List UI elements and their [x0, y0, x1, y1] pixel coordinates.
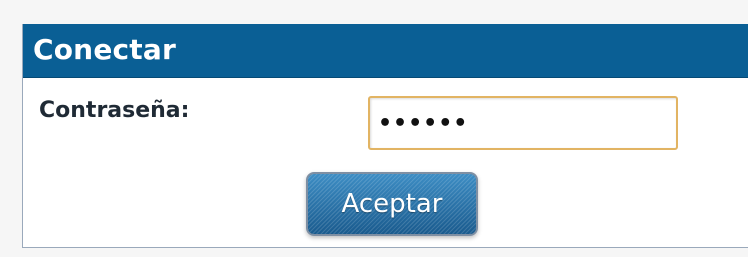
login-page: Conectar Contraseña: Aceptar: [0, 0, 748, 257]
password-field[interactable]: [368, 96, 678, 150]
panel-title: Conectar: [33, 33, 176, 66]
password-label: Contraseña:: [39, 98, 190, 123]
accept-button-label: Aceptar: [341, 189, 443, 219]
panel-header: Conectar: [23, 24, 748, 78]
accept-button[interactable]: Aceptar: [306, 172, 478, 236]
login-panel: Conectar Contraseña: Aceptar: [22, 24, 748, 248]
